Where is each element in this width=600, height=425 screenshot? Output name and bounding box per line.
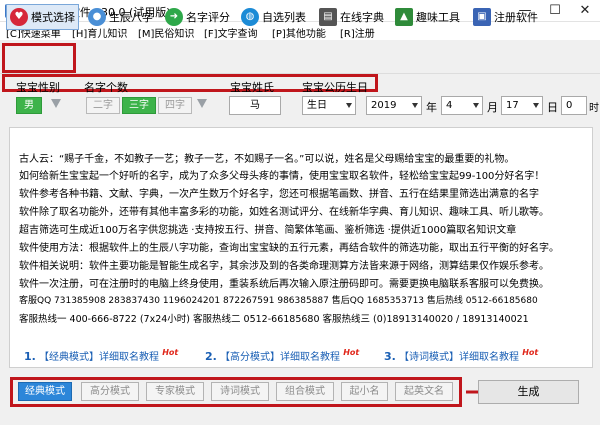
intro-line: 如何给新生宝宝起一个好听的名字，成为了众多父母头疼的事情，使用宝宝取名软件，轻松…: [19, 171, 545, 182]
day-unit: 日: [547, 101, 558, 114]
gender-toggle[interactable]: 男: [16, 97, 42, 114]
intro-text-panel: 古人云：“赐子千金，不如教子一艺；教子一艺，不如赐子一名。”可以说，姓名是父母赐…: [9, 127, 593, 368]
hour-value: 0: [566, 100, 573, 111]
birth-chart-label: 生辰八字: [109, 11, 153, 24]
intro-line: 软件除了取名功能外，还带有其他丰富多彩的功能，如姓名测试评分、在线新华字典、育儿…: [19, 207, 549, 218]
hour-select[interactable]: 0: [561, 96, 587, 115]
chevron-down-icon: [412, 103, 418, 108]
link-number: 3.: [384, 350, 396, 363]
link-text: 【高分模式】详细取名教程: [220, 352, 341, 363]
mode-select-label: 模式选择: [31, 11, 75, 24]
heart-icon: ♥: [10, 8, 28, 26]
gender-arrow-icon[interactable]: [51, 99, 61, 108]
link-text: 【经典模式】详细取名教程: [39, 352, 160, 363]
tutorial-link-poetry[interactable]: 3. 【诗词模式】详细取名教程 Hot: [384, 348, 538, 363]
count-label: 名字个数: [84, 81, 128, 94]
year-select[interactable]: 2019: [366, 96, 422, 115]
mode-combined[interactable]: 组合模式: [276, 382, 334, 401]
birthday-type-value: 生日: [307, 100, 327, 111]
count-option-4[interactable]: 四字: [158, 97, 192, 114]
mode-classic[interactable]: 经典模式: [18, 382, 72, 401]
name-score-button[interactable]: ➜ 名字评分: [165, 4, 230, 30]
surname-label: 宝宝姓氏: [230, 81, 274, 94]
birthday-label: 宝宝公历生日: [302, 81, 368, 94]
close-button[interactable]: ✕: [570, 0, 600, 22]
count-arrow-icon[interactable]: [197, 99, 207, 108]
book-icon: ▤: [319, 8, 337, 26]
highlight-box: [2, 43, 76, 73]
intro-line: 超吉筛选可生成近100万名字供您挑选 ·支持按五行、拼音、简繁体笔画、鉴析筛选 …: [19, 225, 517, 236]
chevron-down-icon: [533, 103, 539, 108]
surname-input[interactable]: 马: [229, 96, 281, 115]
mode-highscore[interactable]: 高分模式: [81, 382, 139, 401]
intro-line: 软件使用方法：根据软件上的生辰八字功能，查询出宝宝缺的五行元素，再结合软件的筛选…: [19, 243, 559, 254]
globe-icon: ◍: [241, 8, 259, 26]
fun-tools-button[interactable]: ▲ 趣味工具: [395, 4, 460, 30]
mode-english-name[interactable]: 起英文名: [395, 382, 453, 401]
custom-list-label: 自选列表: [262, 11, 306, 24]
hot-badge: Hot: [343, 348, 360, 357]
online-dictionary-label: 在线字典: [340, 11, 384, 24]
picture-icon: ▲: [395, 8, 413, 26]
year-value: 2019: [371, 100, 397, 111]
register-software-button[interactable]: ▣ 注册软件: [473, 4, 538, 30]
chevron-down-icon: [346, 103, 352, 108]
birth-chart-button[interactable]: ● 生辰八字: [88, 4, 153, 30]
arrow-icon: ➜: [165, 8, 183, 26]
maximize-button[interactable]: ☐: [540, 0, 570, 22]
link-number: 1.: [24, 350, 36, 363]
surname-value: 马: [250, 100, 260, 111]
hour-unit: 时: [589, 103, 599, 114]
hot-badge: Hot: [522, 348, 539, 357]
intro-line: 软件参考各种书籍、文献、字典，一次产生数万个好名字，您还可根据笔画数、拼音、五行…: [19, 189, 539, 200]
count-option-3[interactable]: 三字: [122, 97, 156, 114]
count-option-2[interactable]: 二字: [86, 97, 120, 114]
link-text: 【诗词模式】详细取名教程: [399, 352, 520, 363]
custom-list-button[interactable]: ◍ 自选列表: [241, 4, 306, 30]
mode-poetry[interactable]: 诗词模式: [211, 382, 269, 401]
day-select[interactable]: 17: [501, 96, 543, 115]
support-hotline-line: 客服热线一 400-666-8722 (7x24小时) 客服热线二 0512-6…: [19, 314, 529, 325]
mode-expert[interactable]: 专家模式: [146, 382, 204, 401]
user-icon: ●: [88, 8, 106, 26]
intro-line: 软件一次注册，可在注册时的电脑上终身使用，重装系统后再次输入原注册码即可。需要更…: [19, 279, 549, 290]
tutorial-link-highscore[interactable]: 2. 【高分模式】详细取名教程 Hot: [205, 348, 359, 363]
day-value: 17: [506, 100, 519, 111]
gender-label: 宝宝性别: [16, 81, 60, 94]
birthday-type-select[interactable]: 生日: [302, 96, 356, 115]
tutorial-link-classic[interactable]: 1. 【经典模式】详细取名教程 Hot: [24, 348, 178, 363]
mode-select-button[interactable]: ♥ 模式选择: [6, 4, 79, 30]
generate-button[interactable]: 生成: [478, 380, 579, 404]
month-value: 4: [446, 100, 453, 111]
mode-nickname[interactable]: 起小名: [341, 382, 388, 401]
toolbar: [0, 41, 600, 74]
year-unit: 年: [426, 101, 437, 114]
intro-line: 古人云：“赐子千金，不如教子一艺；教子一艺，不如赐子一名。”可以说，姓名是父母赐…: [19, 154, 515, 165]
month-unit: 月: [487, 101, 498, 114]
intro-line: 软件相关说明：软件主要功能是智能生成名字，其余涉及到的各类命理测算方法皆来源于网…: [19, 261, 549, 272]
month-select[interactable]: 4: [441, 96, 483, 115]
online-dictionary-button[interactable]: ▤ 在线字典: [319, 4, 384, 30]
register-icon: ▣: [473, 8, 491, 26]
name-score-label: 名字评分: [186, 11, 230, 24]
link-number: 2.: [205, 350, 217, 363]
hot-badge: Hot: [162, 348, 179, 357]
support-qq-line: 客服QQ 731385908 283837430 1196024201 8722…: [19, 296, 538, 306]
chevron-down-icon: [473, 103, 479, 108]
register-software-label: 注册软件: [494, 11, 538, 24]
fun-tools-label: 趣味工具: [416, 11, 460, 24]
